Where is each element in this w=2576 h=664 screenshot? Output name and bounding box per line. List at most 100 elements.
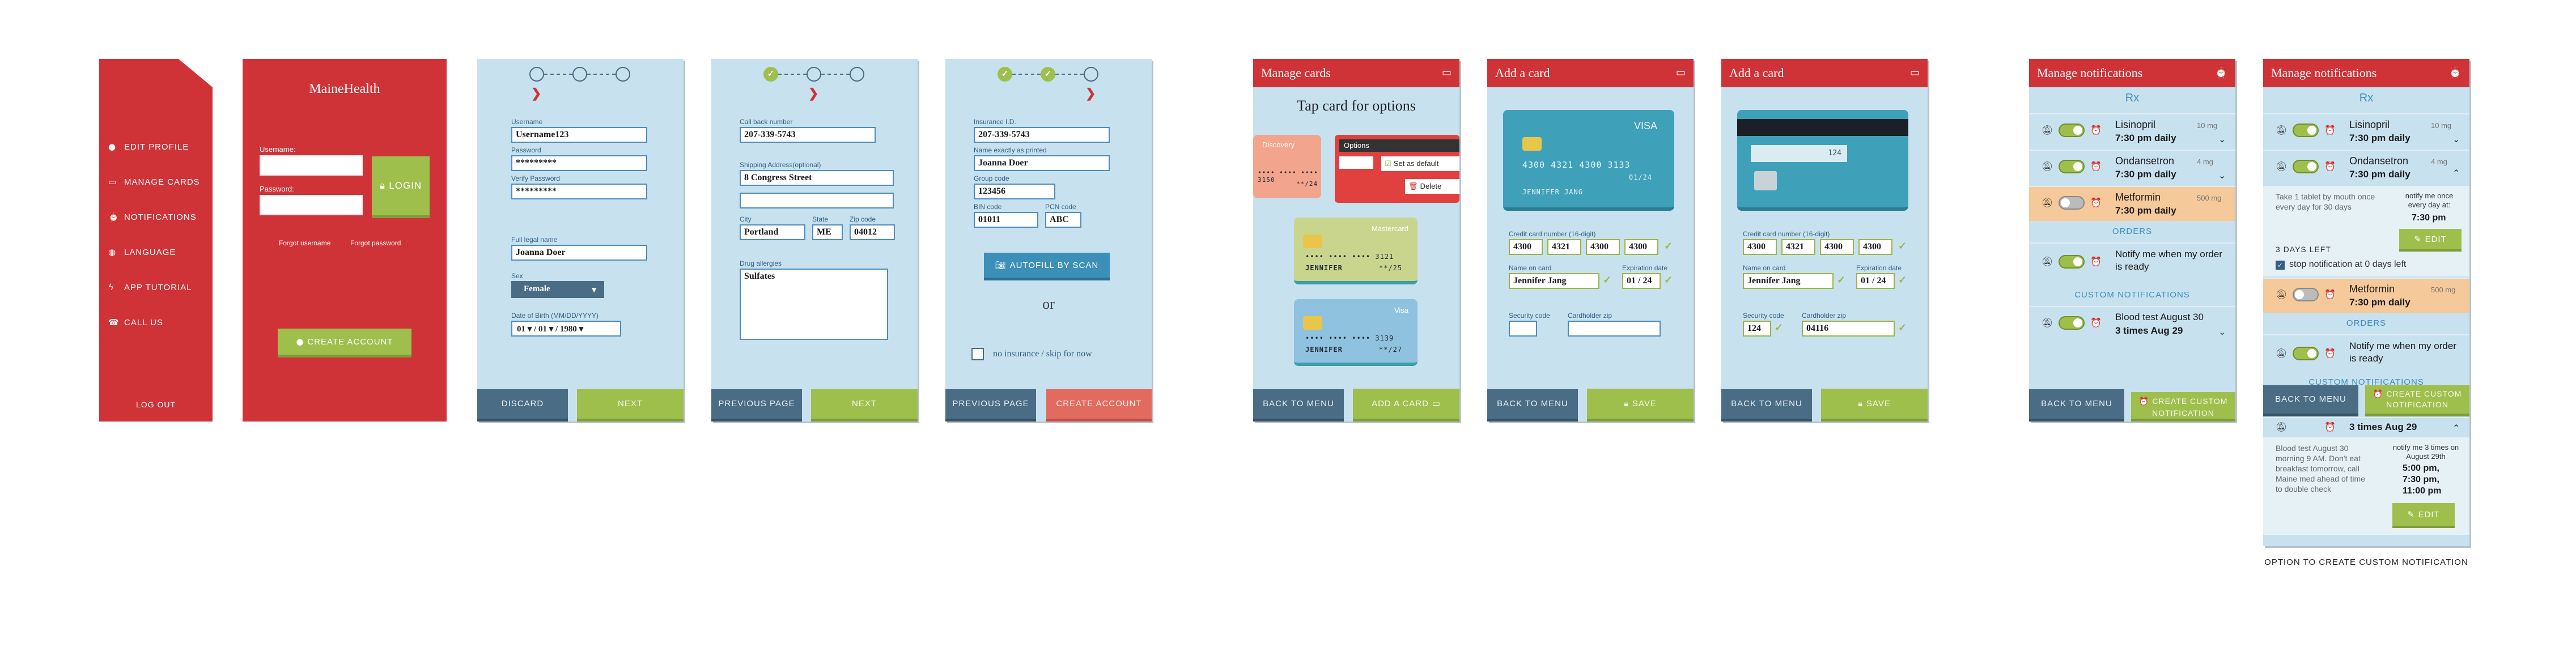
cardholder-zip-field[interactable]: 04116 (1802, 321, 1895, 337)
menu-item-app-tutorial[interactable]: ϟ APP TUTORIAL (108, 282, 192, 292)
card-number-part2[interactable]: 4321 (1547, 239, 1581, 255)
chevron-up-icon[interactable]: ⌃ (2452, 168, 2460, 178)
username-input[interactable] (260, 155, 363, 176)
zip-field[interactable]: 04012 (850, 224, 895, 240)
menu-item-manage-cards[interactable]: ▭ MANAGE CARDS (108, 177, 200, 187)
back-to-menu-button[interactable]: BACK TO MENU (1487, 389, 1578, 419)
card-number-part4[interactable]: 4300 (1858, 239, 1892, 255)
custom-toggle[interactable] (2059, 316, 2085, 330)
dob-selects[interactable]: 01 ▾ / 01 ▾ / 1980 ▾ (511, 321, 621, 337)
callback-field[interactable]: 207-339-5743 (740, 127, 876, 143)
chevron-down-icon[interactable]: ⌄ (2218, 134, 2226, 144)
metformin-toggle[interactable] (2059, 196, 2085, 210)
lisinopril-toggle[interactable] (2059, 124, 2085, 137)
menu-item-edit-profile[interactable]: ● EDIT PROFILE (108, 142, 189, 152)
password-field[interactable]: ********* (511, 155, 647, 171)
menu-item-notifications[interactable]: ⏰ NOTIFICATIONS (108, 212, 197, 222)
chevron-down-icon[interactable]: ⌄ (2218, 326, 2226, 337)
med-row-metformin[interactable]: 🔕︎ ⏰ Metformin 500 mg 7:30 pm daily (2263, 278, 2469, 313)
menu-item-language[interactable]: ◍ LANGUAGE (108, 247, 176, 257)
set-default-option[interactable]: ☑ Set as default (1381, 156, 1459, 171)
card-mastercard[interactable]: Mastercard •••• •••• •••• 3121 JENNIFER … (1294, 218, 1418, 284)
card-number-part4[interactable]: 4300 (1624, 239, 1658, 255)
username-field[interactable]: Username123 (511, 127, 647, 143)
name-printed-field[interactable]: Joanna Doer (974, 155, 1110, 171)
previous-page-button[interactable]: PREVIOUS PAGE (945, 389, 1036, 419)
save-button[interactable]: 🔒︎ SAVE (1587, 389, 1694, 419)
ondansetron-toggle[interactable] (2059, 160, 2085, 173)
custom-notification-row[interactable]: 🔕︎ ⏰ 3 times Aug 29 ⌃ (2263, 417, 2469, 436)
forgot-password-link[interactable]: Forgot password (350, 239, 401, 247)
create-account-button[interactable]: CREATE ACCOUNT (1046, 389, 1152, 419)
card-visa[interactable]: Visa •••• •••• •••• 3139 JENNIFER **/27 (1294, 299, 1418, 366)
save-button[interactable]: 🔒︎ SAVE (1821, 389, 1928, 419)
chevron-up-icon[interactable]: ⌃ (2452, 423, 2460, 433)
back-to-menu-button[interactable]: BACK TO MENU (1721, 389, 1812, 419)
lisinopril-toggle[interactable] (2293, 124, 2319, 137)
create-custom-notification-button[interactable]: ⏰ CREATE CUSTOM NOTIFICATION (2131, 392, 2235, 419)
med-time: 7:30 pm daily (2115, 169, 2176, 180)
address-line2-field[interactable] (740, 193, 894, 208)
order-toggle[interactable] (2293, 347, 2319, 360)
security-code-field[interactable] (1509, 321, 1537, 337)
card-discovery[interactable]: Discovery •••• •••• •••• 3150 **/24 (1253, 135, 1321, 198)
previous-page-button[interactable]: PREVIOUS PAGE (711, 389, 802, 419)
fullname-field[interactable]: Joanna Doer (511, 245, 647, 261)
bin-code-field[interactable]: 01011 (974, 212, 1038, 228)
order-notify-row[interactable]: 🔕︎ ⏰ Notify me when my order is ready (2029, 242, 2235, 280)
cardholder-zip-field[interactable] (1568, 321, 1661, 337)
med-row-ondansetron[interactable]: 🔕︎ ⏰ Ondansetron 4 mg 7:30 pm daily ⌃ (2263, 150, 2469, 185)
add-card-button[interactable]: ADD A CARD ▭ (1353, 389, 1459, 419)
verify-password-field[interactable]: ********* (511, 184, 647, 199)
name-on-card-field[interactable]: Jennifer Jang (1743, 273, 1834, 289)
back-to-menu-button[interactable]: BACK TO MENU (2263, 385, 2358, 414)
expiration-field[interactable]: 01 / 24 (1622, 273, 1661, 289)
next-button[interactable]: NEXT (577, 389, 684, 419)
med-row-metformin[interactable]: 🔕︎ ⏰ Metformin 500 mg 7:30 pm daily (2029, 186, 2235, 221)
card-number-part2[interactable]: 4321 (1781, 239, 1815, 255)
group-code-field[interactable]: 123456 (974, 184, 1055, 199)
order-toggle[interactable] (2059, 255, 2085, 269)
name-on-card-field[interactable]: Jennifer Jang (1509, 273, 1599, 289)
create-account-button[interactable]: ● CREATE ACCOUNT (278, 329, 411, 355)
city-field[interactable]: Portland (740, 224, 805, 240)
menu-item-call-us[interactable]: ☎ CALL US (108, 317, 163, 327)
next-button[interactable]: NEXT (811, 389, 918, 419)
med-row-ondansetron[interactable]: 🔕︎ ⏰ Ondansetron 4 mg 7:30 pm daily ⌄ (2029, 150, 2235, 185)
create-custom-notification-button[interactable]: ⏰ CREATE CUSTOM NOTIFICATION (2365, 385, 2469, 414)
order-notify-row[interactable]: 🔕︎ ⏰ Notify me when my order is ready (2263, 334, 2469, 372)
custom-notification-row[interactable]: 🔕︎ ⏰ Blood test August 30 3 times Aug 29… (2029, 306, 2235, 341)
card-number-part3[interactable]: 4300 (1820, 239, 1854, 255)
edit-custom-button[interactable]: ✎ EDIT (2392, 503, 2455, 526)
card-number-part1[interactable]: 4300 (1743, 239, 1777, 255)
pcn-code-field[interactable]: ABC (1045, 212, 1081, 228)
chevron-down-icon[interactable]: ⌄ (2452, 134, 2460, 144)
metformin-toggle[interactable] (2293, 288, 2319, 301)
edit-button[interactable]: ✎ EDIT (2399, 229, 2462, 249)
med-row-lisinopril[interactable]: 🔕︎ ⏰ Lisinopril 10 mg 7:30 pm daily ⌄ (2263, 113, 2469, 148)
address-field[interactable]: 8 Congress Street (740, 170, 894, 186)
discard-button[interactable]: DISCARD (477, 389, 568, 419)
card-number-part1[interactable]: 4300 (1509, 239, 1543, 255)
allergies-textarea[interactable]: Sulfates (740, 269, 888, 340)
insurance-field[interactable]: 207-339-5743 (974, 127, 1110, 143)
login-button[interactable]: 🔒︎ LOGIN (372, 156, 430, 215)
delete-option[interactable]: 🗑︎ Delete (1405, 179, 1459, 194)
password-input[interactable] (260, 195, 363, 215)
card-number-part3[interactable]: 4300 (1586, 239, 1620, 255)
chevron-down-icon[interactable]: ⌄ (2218, 170, 2226, 181)
sex-select[interactable]: Female ▾ (511, 281, 604, 298)
autofill-scan-button[interactable]: 📷︎ AUTOFILL BY SCAN (984, 253, 1110, 278)
stop-checkbox[interactable]: ✓ (2276, 261, 2285, 270)
expiration-field[interactable]: 01 / 24 (1856, 273, 1895, 289)
no-insurance-checkbox[interactable] (971, 348, 984, 360)
back-to-menu-button[interactable]: BACK TO MENU (2029, 389, 2124, 419)
ondansetron-toggle[interactable] (2293, 160, 2319, 173)
state-field[interactable]: ME (812, 224, 843, 240)
med-dose: 10 mg (2431, 121, 2452, 130)
logout-link[interactable]: LOG OUT (99, 400, 213, 409)
back-to-menu-button[interactable]: BACK TO MENU (1253, 389, 1344, 419)
forgot-username-link[interactable]: Forgot username (279, 239, 330, 247)
med-row-lisinopril[interactable]: 🔕︎ ⏰ Lisinopril 10 mg 7:30 pm daily ⌄ (2029, 113, 2235, 148)
security-code-field[interactable]: 124 (1743, 321, 1771, 337)
